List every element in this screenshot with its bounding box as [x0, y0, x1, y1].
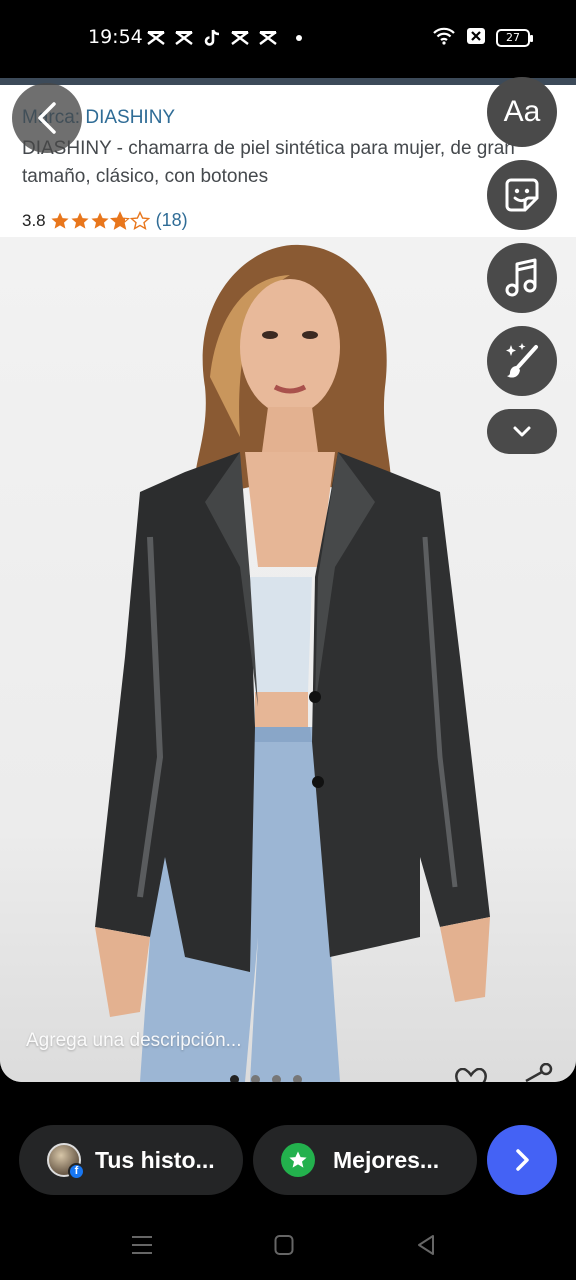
home-button[interactable]	[274, 1234, 294, 1260]
text-tool-button[interactable]: Aa	[487, 77, 557, 147]
sim-off-icon	[466, 27, 486, 49]
rating-stars	[50, 210, 150, 231]
system-icons: 27	[432, 26, 533, 50]
status-time: 19:54	[88, 26, 143, 48]
rating-value: 3.8	[22, 210, 46, 230]
caption-input[interactable]: Agrega una descripción...	[26, 1030, 241, 1052]
share-icon[interactable]	[518, 1062, 554, 1082]
tiktok-icon	[202, 28, 222, 48]
effects-brush-icon	[506, 343, 538, 378]
rating-count-link[interactable]: (18)	[156, 210, 188, 231]
capcut-icon	[258, 28, 278, 48]
page-dot	[272, 1075, 281, 1082]
product-title: DIASHINY - chamarra de piel sintética pa…	[22, 138, 515, 187]
product-rating: 3.8 (18)	[22, 210, 188, 231]
star-empty-icon	[129, 210, 150, 230]
notification-icons	[146, 28, 302, 48]
chevron-left-icon	[38, 102, 56, 134]
more-tools-button[interactable]	[487, 409, 557, 454]
capcut-icon	[174, 28, 194, 48]
star-icon	[281, 1143, 315, 1177]
sticker-icon	[505, 178, 539, 212]
menu-icon	[132, 1236, 152, 1254]
avatar: f	[47, 1143, 85, 1180]
your-story-button[interactable]: f Tus histo...	[19, 1125, 243, 1195]
home-square-icon	[274, 1235, 294, 1255]
star-partial-icon	[109, 210, 130, 230]
music-icon	[505, 258, 537, 297]
star-full-icon	[91, 212, 109, 229]
triangle-back-icon	[418, 1235, 434, 1255]
chevron-down-icon	[513, 426, 531, 436]
your-story-label: Tus histo...	[95, 1146, 215, 1173]
heart-icon[interactable]	[454, 1067, 488, 1082]
system-back-button[interactable]	[416, 1234, 436, 1260]
music-tool-button[interactable]	[487, 243, 557, 313]
star-full-icon	[71, 212, 89, 229]
capcut-icon	[146, 28, 166, 48]
capcut-icon	[230, 28, 250, 48]
page-dot	[293, 1075, 302, 1082]
close-friends-label: Mejores...	[333, 1146, 440, 1173]
system-navigation-bar	[0, 1212, 576, 1280]
recent-apps-button[interactable]	[131, 1234, 153, 1260]
status-bar: 19:54 27	[0, 0, 576, 78]
effects-tool-button[interactable]	[487, 326, 557, 396]
wifi-icon	[432, 26, 456, 50]
page-dot	[251, 1075, 260, 1082]
facebook-icon: f	[68, 1163, 85, 1180]
battery-icon: 27	[496, 29, 533, 47]
sticker-tool-button[interactable]	[487, 160, 557, 230]
more-notifications-dot	[296, 35, 302, 41]
star-full-icon	[51, 212, 69, 229]
page-dot	[230, 1075, 239, 1082]
back-button[interactable]	[12, 83, 82, 153]
close-friends-button[interactable]: Mejores...	[253, 1125, 477, 1195]
page-indicator	[230, 1075, 302, 1082]
chevron-right-icon	[516, 1149, 529, 1171]
card-top-edge	[0, 78, 576, 85]
story-preview-card[interactable]: Marca: DIASHINY DIASHINY - chamarra de p…	[0, 78, 576, 1082]
next-button[interactable]	[487, 1125, 557, 1195]
